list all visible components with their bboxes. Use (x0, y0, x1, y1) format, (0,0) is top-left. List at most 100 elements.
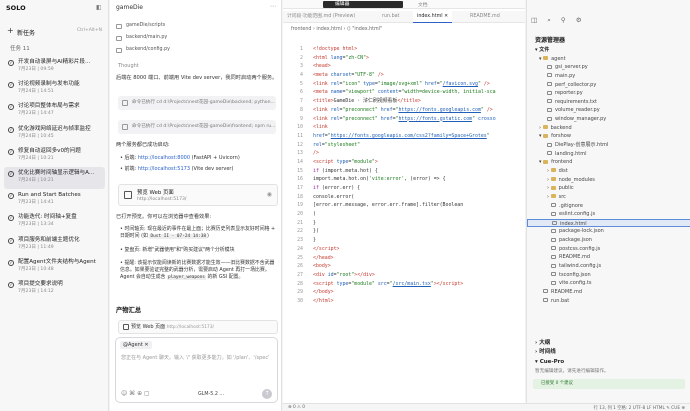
cuepro-title[interactable]: ▾ Cue-Pro (535, 359, 564, 365)
task-item[interactable]: ✓ 优化比赛时间轴显示逻辑与A... 7月24日 | 10:21 (4, 166, 105, 190)
tree-file[interactable]: DiePlay-创意展示.html (527, 141, 690, 150)
task-item[interactable]: ✓ Run and Start Batches 7月23日 | 14:41 (4, 189, 105, 211)
task-item[interactable]: ✓ 修复自动返回多v0的问题 7月24日 | 10:21 (4, 145, 105, 167)
tree-file[interactable]: window_manager.py (527, 115, 690, 124)
globe-icon (124, 191, 132, 199)
new-task-button[interactable]: + 新任务 Ctrl+Alt+N (5, 26, 104, 37)
tree-file[interactable]: README.md (527, 288, 690, 297)
new-task-shortcut: Ctrl+Alt+N (76, 28, 102, 33)
file-tab[interactable]: 计问段·功能范围.md (Preview) (283, 11, 359, 23)
task-item[interactable]: ✓ 优化游戏网络延迟与帧率监控 7月24日 | 10:45 (4, 123, 105, 145)
timeline-section[interactable]: › 时间线 (535, 347, 556, 355)
code-line: 16 import.meta.hot.on('vite:error', (err… (297, 176, 446, 183)
code-line: 24 </script> (297, 245, 340, 252)
tab-editor[interactable]: 编辑器 (323, 1, 403, 8)
task-count: 任务 11 (10, 46, 30, 52)
chat-menu-icon[interactable]: ⋯ (270, 3, 276, 10)
tree-file[interactable]: landing.html (527, 150, 690, 159)
tree-file[interactable]: .gitignore (527, 202, 690, 211)
preview-title: 预览 Web 页面 (137, 190, 174, 196)
thought-label[interactable]: Thought (118, 63, 139, 69)
code-line: 9 <link rel="preconnect" href="https://f… (300, 115, 496, 122)
file-tab[interactable]: run.bat (378, 11, 403, 23)
tree-file[interactable]: run.bat (527, 297, 690, 306)
outline-section[interactable]: › 大纲 (535, 338, 550, 346)
tree-folder[interactable]: › public (527, 184, 690, 193)
code-line: 29 </body> (297, 289, 334, 296)
tree-file[interactable]: tailwind.config.js (527, 262, 690, 271)
file-tab[interactable]: README.md (466, 11, 504, 23)
tree-file[interactable]: reporter.py (527, 89, 690, 98)
task-date: 7月24日 | 14:51 (18, 89, 54, 95)
app-window: SOLO ◧ + 新任务 Ctrl+Alt+N 任务 11 ✓ 开发自动录屏与AI… (0, 0, 690, 411)
file-item[interactable]: gameDie/scripts (116, 20, 170, 32)
task-title: 优化游戏网络延迟与帧率监控 (18, 125, 91, 132)
check-circle-icon: ✓ (8, 215, 14, 222)
new-task-label: 新任务 (17, 30, 36, 37)
backend-link[interactable]: http://localhost:8000 (138, 155, 190, 161)
file-list: gameDie/scripts backend/main.py backend/… (116, 20, 170, 56)
tree-file[interactable]: gsi_server.py (527, 63, 690, 72)
preview-card[interactable]: 预览 Web 页面 http://localhost:5173/ ◉ (118, 184, 278, 206)
status-info[interactable]: 行 13, 列 1 空格: 2 UTF-8 LF HTML ✎ CUE ⊕ (594, 405, 685, 411)
tab-docs[interactable]: 文档 (418, 1, 428, 8)
tree-folder[interactable]: ▾ agent (527, 55, 690, 64)
frontend-link[interactable]: http://localhost:5173 (138, 166, 190, 172)
tree-file[interactable]: package-lock.json (527, 227, 690, 236)
tree-file[interactable]: main.py (527, 72, 690, 81)
tree-root-files[interactable]: ▾ 文件 (527, 46, 690, 55)
code-line: 23 } (297, 237, 316, 244)
tree-file[interactable]: README.md (527, 253, 690, 262)
tree-folder[interactable]: › src (527, 193, 690, 202)
task-sidebar: SOLO ◧ + 新任务 Ctrl+Alt+N 任务 11 ✓ 开发自动录屏与AI… (0, 0, 109, 411)
task-item[interactable]: ✓ 开发自动录屏与AI精彩片段... 7月23日 | 09:59 (4, 56, 105, 78)
file-tab[interactable]: index.html ✕ (413, 11, 453, 23)
breadcrumb[interactable]: frontend › index.html › ⟨⟩ "index.html" (291, 27, 382, 32)
tree-file[interactable]: package.json (527, 236, 690, 245)
sidebar-toggle-icon[interactable]: ◧ (96, 4, 102, 11)
code-area[interactable]: 1 <!doctype html> 2 <html lang="zh-CN"> 3 … (283, 45, 525, 306)
tree-folder[interactable]: › backend (527, 124, 690, 133)
eye-icon[interactable]: ◉ (267, 191, 272, 198)
task-date: 7月23日 | 14:41 (18, 200, 54, 206)
input-tools-icons[interactable]: ☺ ⌘ ⊕ ▢ (121, 390, 150, 397)
task-title: 项目服务和前端主题优化 (18, 236, 80, 243)
task-item[interactable]: ✓ 讨论项目整体布局与需求 7月23日 | 14:47 (4, 100, 105, 122)
task-date: 7月23日 | 13:34 (18, 222, 54, 228)
code-line: 28 <script type="module" src="/src/main.… (297, 280, 464, 287)
task-item[interactable]: ✓ 讨论视频录制与发布功能 7月24日 | 14:51 (4, 78, 105, 100)
task-item[interactable]: ✓ 项目服务和前端主题优化 7月23日 | 11:49 (4, 234, 105, 256)
tree-file[interactable]: eslint.config.js (527, 210, 690, 219)
file-item[interactable]: backend/config.py (116, 44, 170, 56)
tree-file[interactable]: tsconfig.json (527, 271, 690, 280)
tree-file[interactable]: perf_collector.py (527, 81, 690, 90)
chat-input[interactable]: 您正在与 Agent 聊天。输入 '/' 获取更多能力。如 '/plan'、'/… (121, 355, 271, 362)
agent-mention-tag[interactable]: @Agent ✕ (120, 341, 152, 349)
send-button[interactable]: ↑ (262, 389, 272, 399)
command-block[interactable]: 命令已执行 cd d:\Projects\nest花园-gameDie\fron… (118, 120, 276, 134)
command-block[interactable]: 命令已执行 cd d:\Projects\nest花园-gameDie\back… (118, 96, 276, 110)
tree-folder[interactable]: ▾ forshow (527, 132, 690, 141)
bullet-review: • 复盘页: 新增"武器使用"和"购买建议"两个分析模块 (120, 247, 235, 253)
tree-folder[interactable]: ▾ frontend (527, 158, 690, 167)
message-text: 后端在 8000 端口、前端用 Vite dev server，我同时启动两个服… (116, 75, 278, 81)
tree-folder[interactable]: › dist (527, 167, 690, 176)
status-problems[interactable]: ⊗ 0 ⚠ 0 (288, 405, 305, 410)
preview-card-summary[interactable]: 预览 Web 页面 http://localhost:5173/ (118, 320, 278, 334)
tree-file-selected[interactable]: index.html (527, 218, 690, 228)
code-line: 22 }) (297, 228, 319, 235)
tree-file[interactable]: requirements.txt (527, 98, 690, 107)
tree-folder[interactable]: › node_modules (527, 176, 690, 185)
explorer-toolbar-icons[interactable]: ◫ ⌕ ⚲ ⚙ (531, 16, 586, 25)
file-item[interactable]: backend/main.py (116, 32, 170, 44)
tree-file[interactable]: volume_reader.py (527, 106, 690, 115)
task-item[interactable]: ✓ 功能迭代: 时间轴+复盘 7月23日 | 13:34 (4, 211, 105, 233)
task-title: 配置Agent文件夹结构与Agent (18, 258, 96, 265)
task-item[interactable]: ✓ 配置Agent文件夹结构与Agent 7月23日 | 10:48 (4, 256, 105, 278)
model-selector[interactable]: GLM-5.2 ... (198, 392, 224, 397)
code-line: 21 } (297, 219, 316, 226)
tree-file[interactable]: vite.config.ts (527, 279, 690, 288)
task-item[interactable]: ✓ 项目提交要求说明 7月23日 | 14:12 (4, 278, 105, 300)
chat-input-box[interactable]: @Agent ✕ 您正在与 Agent 聊天。输入 '/' 获取更多能力。如 '… (115, 337, 278, 403)
tree-file[interactable]: postcss.config.js (527, 245, 690, 254)
